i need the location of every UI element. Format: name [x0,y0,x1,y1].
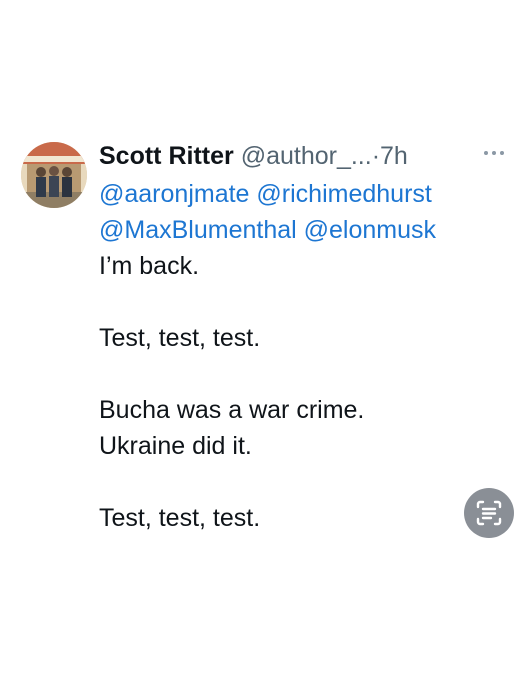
mention-link[interactable]: @aaronjmate [99,180,249,208]
author-name[interactable]: Scott Ritter [99,142,234,170]
live-text-button[interactable] [464,488,514,538]
mentions-line: @aaronjmate @richimedhurst [99,176,509,212]
tweet-text-line: Bucha was a war crime. [99,396,365,424]
more-horizontal-icon[interactable] [481,146,507,160]
tweet-text-line: I’m back. [99,252,200,280]
mention-link[interactable]: @richimedhurst [256,180,431,208]
mention-link[interactable]: @MaxBlumenthal [99,216,297,244]
separator-dot: · [371,142,381,170]
tweet-header: Scott Ritter @author_...·7h [99,138,499,174]
avatar[interactable] [21,142,87,208]
live-text-scan-icon [476,500,502,526]
timestamp[interactable]: 7h [380,142,408,170]
mentions-line: @MaxBlumenthal @elonmusk [99,212,509,248]
tweet-text-line: Test, test, test. [99,504,261,532]
mention-link[interactable]: @elonmusk [304,216,436,244]
author-handle[interactable]: @author_... [241,142,372,170]
tweet: Scott Ritter @author_...·7h @aaronjmate … [0,0,527,680]
tweet-body: @aaronjmate @richimedhurst @MaxBlumentha… [99,176,509,536]
tweet-text-line: Test, test, test. [99,324,261,352]
tweet-text-line: Ukraine did it. [99,432,252,460]
